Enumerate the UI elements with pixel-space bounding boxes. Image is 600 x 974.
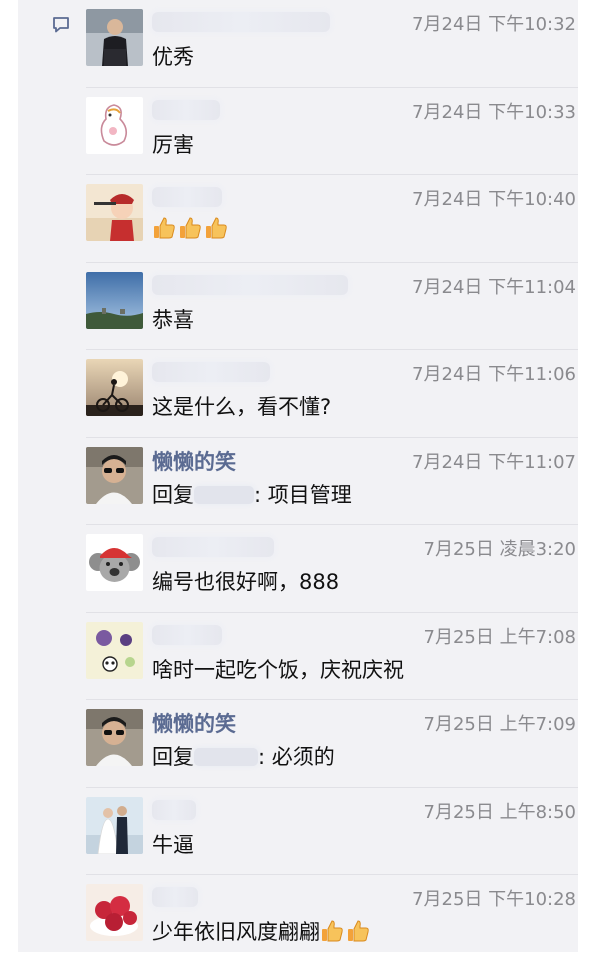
avatar[interactable] [86,359,143,416]
avatar[interactable] [86,709,143,766]
sky-landscape-avatar [86,271,143,329]
comment-text: 恭喜 [152,307,194,332]
commenter-name-hidden[interactable] [152,99,220,120]
comments-panel: 7月24日 下午10:32 优秀 7月24日 下午10:33 厉害 7月24日 … [18,0,578,952]
cartoon-official-avatar [86,184,143,241]
commenter-name[interactable]: 懒懒的笑 [152,446,236,474]
man-black-shirt-avatar [86,9,143,66]
reply-target-hidden[interactable] [194,485,254,504]
comment-text: 优秀 [152,45,194,69]
wedding-couple-avatar [86,796,143,854]
comments-page: 7月24日 下午10:32 优秀 7月24日 下午10:33 厉害 7月24日 … [0,0,600,974]
reply-prefix: 回复 [152,482,194,507]
comment-time: 7月24日 下午10:40 [412,189,576,210]
comment-row[interactable]: 7月24日 下午11:06 这是什么，看不懂? [86,349,578,437]
cartoon-duck-avatar [86,96,143,154]
avatar[interactable] [86,446,143,504]
avatar[interactable] [86,184,143,241]
comment-row[interactable]: 7月25日 上午7:08 啥时一起吃个饭，庆祝庆祝 [86,611,578,700]
comment-row[interactable]: 7月24日 下午11:04 恭喜 [86,261,578,350]
comment-time: 7月25日 下午10:28 [412,889,576,910]
thumbs-up-icon [152,216,176,240]
comment-time: 7月24日 下午11:06 [412,364,576,385]
thumbs-up-icon [204,216,228,240]
man-sunglasses-avatar [86,709,143,766]
cartoon-animals-avatar [86,621,143,679]
thumbs-up-icon [346,919,370,943]
avatar[interactable] [86,96,143,154]
comment-text: 回复 : 项目管理 [152,479,352,509]
strawberries-avatar [86,884,143,941]
avatar[interactable] [86,796,143,854]
comment-row[interactable]: 7月24日 下午10:33 厉害 [86,86,578,175]
koala-cap-avatar [86,534,143,591]
avatar[interactable] [86,9,143,66]
comment-text: 牛逼 [152,832,194,857]
comment-time: 7月24日 下午11:07 [412,451,576,473]
comment-time: 7月24日 下午11:04 [412,276,576,298]
comment-time: 7月25日 凌晨3:20 [423,539,577,560]
comment-row[interactable]: 7月25日 下午10:28 少年依旧风度翩翩 [86,874,578,962]
comment-time: 7月25日 上午7:08 [423,626,577,648]
comment-text: 编号也很好啊，888 [152,570,340,594]
comment-row[interactable]: 7月25日 凌晨3:20 编号也很好啊，888 [86,524,578,612]
comment-text [152,216,230,241]
comment-row[interactable]: 7月24日 下午10:32 优秀 [86,0,578,87]
comment-time: 7月25日 上午8:50 [423,801,577,823]
commenter-name[interactable]: 懒懒的笑 [152,708,236,736]
comment-row[interactable]: 懒懒的笑 7月25日 上午7:09 回复 : 必须的 [86,699,578,787]
comment-row[interactable]: 7月24日 下午10:40 [86,174,578,262]
comment-row[interactable]: 懒懒的笑 7月24日 下午11:07 回复 : 项目管理 [86,436,578,525]
avatar[interactable] [86,884,143,941]
commenter-name-hidden[interactable] [152,887,198,907]
reply-text: : 项目管理 [254,482,352,507]
thumbs-up-icon [320,919,344,943]
commenter-name-hidden[interactable] [152,12,330,32]
avatar[interactable] [86,271,143,329]
comment-time: 7月24日 下午10:32 [412,14,576,35]
avatar[interactable] [86,621,143,679]
man-sunglasses-avatar [86,446,143,504]
reply-text: : 必须的 [258,745,335,769]
comment-text: 回复 : 必须的 [152,741,335,771]
commenter-name-hidden[interactable] [152,624,222,645]
comment-text: 啥时一起吃个饭，庆祝庆祝 [152,657,404,682]
reply-target-hidden[interactable] [194,748,258,766]
thumbs-up-icon [178,216,202,240]
comment-text: 少年依旧风度翩翩 [152,916,372,946]
commenter-name-hidden[interactable] [152,274,348,295]
comment-time: 7月24日 下午10:33 [412,101,576,123]
commenter-name-hidden[interactable] [152,537,274,557]
comment-text-content: 少年依旧风度翩翩 [152,920,320,944]
avatar[interactable] [86,534,143,591]
sunset-cyclist-avatar [86,359,143,416]
comment-text: 厉害 [152,132,194,157]
commenter-name-hidden[interactable] [152,799,196,820]
comment-icon [53,17,69,33]
commenter-name-hidden[interactable] [152,187,222,207]
comment-row[interactable]: 7月25日 上午8:50 牛逼 [86,786,578,875]
commenter-name-hidden[interactable] [152,362,270,382]
comment-text: 这是什么，看不懂? [152,395,332,419]
reply-prefix: 回复 [152,745,194,769]
comment-list: 7月24日 下午10:32 优秀 7月24日 下午10:33 厉害 7月24日 … [86,0,578,962]
comment-time: 7月25日 上午7:09 [423,714,577,735]
